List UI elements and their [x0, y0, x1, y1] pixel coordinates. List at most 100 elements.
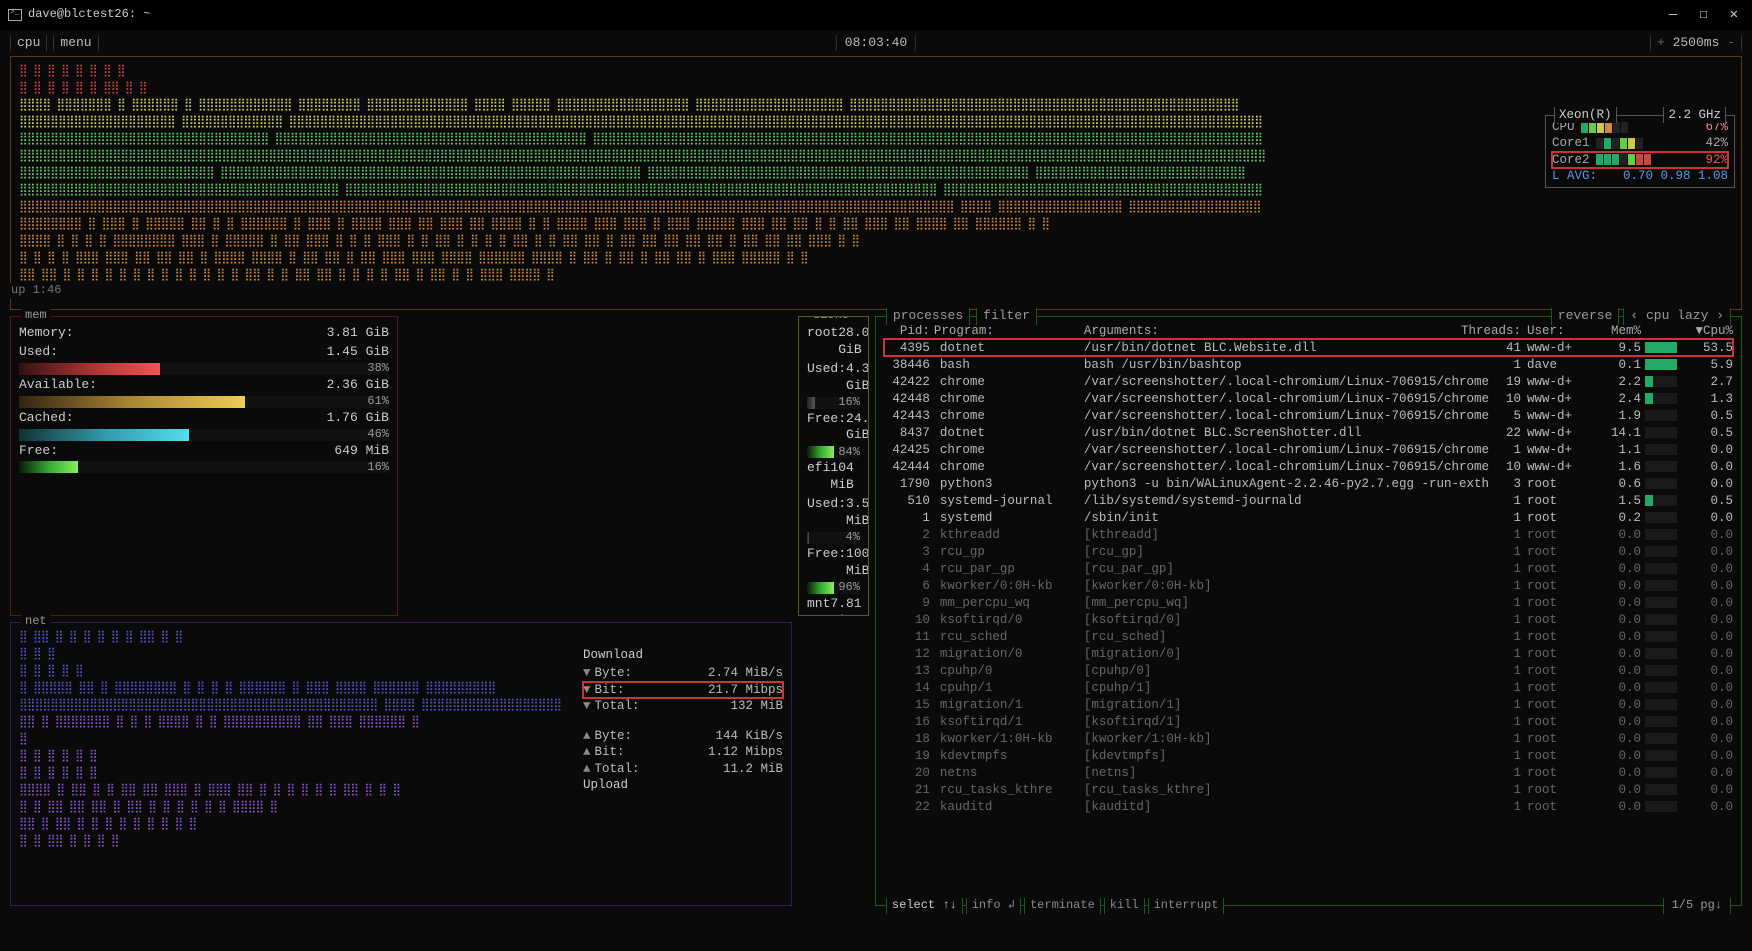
table-row[interactable]: 38446bashbash /usr/bin/bashtop1dave0.15.… — [884, 356, 1733, 373]
disk-title: disks — [809, 316, 853, 324]
proc-hdr-mem[interactable]: Mem% — [1595, 323, 1641, 339]
table-row[interactable]: 1systemd/sbin/init1root0.20.0 — [884, 509, 1733, 526]
disk-efi-free-val: 100 MiB — [846, 546, 869, 580]
minimize-button[interactable]: — — [1669, 6, 1677, 24]
table-row[interactable]: 8437dotnet/usr/bin/dotnet BLC.ScreenShot… — [884, 424, 1733, 441]
proc-hdr-pid[interactable]: Pid: — [884, 323, 934, 339]
table-row[interactable]: 2kthreadd[kthreadd]1root0.00.0 — [884, 526, 1733, 543]
terminal-icon — [8, 9, 22, 21]
proc-list: 4395dotnet/usr/bin/dotnet BLC.Website.dl… — [884, 339, 1733, 815]
proc-page[interactable]: 1/5 pg↓ — [1663, 898, 1731, 914]
table-row[interactable]: 42422chrome/var/screenshotter/.local-chr… — [884, 373, 1733, 390]
cpu-core2-label: Core2 — [1552, 152, 1590, 168]
table-row[interactable]: 4395dotnet/usr/bin/dotnet BLC.Website.dl… — [884, 339, 1733, 356]
mem-used-label: Used: — [19, 344, 58, 361]
maximize-button[interactable]: ☐ — [1699, 6, 1707, 24]
hint-interrupt: interrupt — [1148, 898, 1225, 914]
disk-mnt-val: 7.81 GiB — [830, 596, 861, 616]
net-ul-byte-label: Byte: — [595, 729, 633, 743]
table-row[interactable]: 4rcu_par_gp[rcu_par_gp]1root0.00.0 — [884, 560, 1733, 577]
mem-cached-pct: 46% — [363, 427, 389, 443]
table-row[interactable]: 22kauditd[kauditd]1root0.00.0 — [884, 798, 1733, 815]
disk-root-used-label: Used: — [807, 361, 846, 395]
disk-root-used-bar: 16% — [807, 397, 860, 409]
proc-sort-mode[interactable]: ‹ cpu lazy › — [1623, 308, 1731, 325]
table-row[interactable]: 42448chrome/var/screenshotter/.local-chr… — [884, 390, 1733, 407]
table-row[interactable]: 19kdevtmpfs[kdevtmpfs]1root0.00.0 — [884, 747, 1733, 764]
table-row[interactable]: 16ksoftirqd/1[ksoftirqd/1]1root0.00.0 — [884, 713, 1733, 730]
net-panel: net ⣿ ⣿⣿ ⣿ ⣿ ⣿ ⣿ ⣿ ⣿ ⣿⣿ ⣿ ⣿ ⣿ ⣿ ⣿ ⣿ ⣿ — [10, 622, 792, 906]
cpu-core1-pct: 42% — [1705, 135, 1728, 151]
table-row[interactable]: 18kworker/1:0H-kb[kworker/1:0H-kb]1root0… — [884, 730, 1733, 747]
net-ul-byte-val: 144 KiB/s — [715, 728, 783, 744]
table-row[interactable]: 42443chrome/var/screenshotter/.local-chr… — [884, 407, 1733, 424]
table-row[interactable]: 13cpuhp/0[cpuhp/0]1root0.00.0 — [884, 662, 1733, 679]
down-arrow-icon: ▼ — [583, 666, 591, 680]
mem-free-pct: 16% — [363, 460, 389, 476]
down-arrow-icon: ▼ — [583, 699, 591, 713]
close-button[interactable]: ✕ — [1730, 6, 1738, 24]
proc-hdr-user[interactable]: User: — [1521, 323, 1595, 339]
table-row[interactable]: 510systemd-journal/lib/systemd/systemd-j… — [884, 492, 1733, 509]
proc-hdr-cpu[interactable]: ▼Cpu% — [1687, 323, 1733, 339]
table-row[interactable]: 15migration/1[migration/1]1root0.00.0 — [884, 696, 1733, 713]
proc-hdr-thr[interactable]: Threads: — [1449, 323, 1521, 339]
tab-menu[interactable]: menu — [53, 35, 98, 52]
proc-header: Pid: Program: Arguments: Threads: User: … — [884, 323, 1733, 339]
proc-hints: select ↑↓ info ↲ terminate kill interrup… — [886, 898, 1224, 914]
disk-root-used-pct: 16% — [834, 395, 860, 411]
table-row[interactable]: 9mm_percpu_wq[mm_percpu_wq]1root0.00.0 — [884, 594, 1733, 611]
mem-cached-val: 1.76 GiB — [327, 410, 389, 427]
up-arrow-icon: ▲ — [583, 745, 591, 759]
hint-terminate: terminate — [1024, 898, 1101, 914]
net-graph: ⣿ ⣿⣿ ⣿ ⣿ ⣿ ⣿ ⣿ ⣿ ⣿⣿ ⣿ ⣿ ⣿ ⣿ ⣿ ⣿ ⣿ ⣿ ⣿ — [19, 629, 575, 850]
disk-efi-label: efi — [807, 460, 830, 494]
net-stats: Download ▼Byte:2.74 MiB/s ▼Bit:21.7 Mibp… — [583, 629, 783, 850]
net-ul-total-val: 11.2 MiB — [723, 761, 783, 777]
cpu-freq: 2.2 GHz — [1663, 107, 1726, 123]
mem-avail-val: 2.36 GiB — [327, 377, 389, 394]
cpu-model: Xeon(R) — [1554, 107, 1617, 123]
tab-cpu[interactable]: cpu — [10, 35, 47, 52]
table-row[interactable]: 6kworker/0:0H-kb[kworker/0:0H-kb]1root0.… — [884, 577, 1733, 594]
mem-avail-label: Available: — [19, 377, 97, 394]
table-row[interactable]: 21rcu_tasks_kthre[rcu_tasks_kthre]1root0… — [884, 781, 1733, 798]
disk-root-used-val: 4.36 GiB — [846, 361, 869, 395]
hint-select: select ↑↓ — [886, 898, 963, 914]
disk-root-free-val: 24.2 GiB — [846, 411, 869, 445]
lavg-values: 0.70 0.98 1.08 — [1623, 168, 1728, 184]
cpu-core1-label: Core1 — [1552, 135, 1590, 151]
proc-reverse[interactable]: reverse — [1551, 308, 1620, 325]
proc-title: processes — [886, 308, 970, 325]
table-row[interactable]: 42425chrome/var/screenshotter/.local-chr… — [884, 441, 1733, 458]
mem-avail-bar: 61% — [19, 396, 389, 408]
table-row[interactable]: 11rcu_sched[rcu_sched]1root0.00.0 — [884, 628, 1733, 645]
mem-used-val: 1.45 GiB — [327, 344, 389, 361]
net-ul-bit-label: Bit: — [595, 745, 625, 759]
table-row[interactable]: 14cpuhp/1[cpuhp/1]1root0.00.0 — [884, 679, 1733, 696]
mem-free-bar: 16% — [19, 461, 389, 473]
table-row[interactable]: 42444chrome/var/screenshotter/.local-chr… — [884, 458, 1733, 475]
table-row[interactable]: 20netns[netns]1root0.00.0 — [884, 764, 1733, 781]
disk-efi-used-pct: 4% — [842, 530, 860, 546]
table-row[interactable]: 1790python3python3 -u bin/WALinuxAgent-2… — [884, 475, 1733, 492]
mem-memory-val: 3.81 GiB — [327, 325, 389, 342]
table-row[interactable]: 3rcu_gp[rcu_gp]1root0.00.0 — [884, 543, 1733, 560]
proc-hdr-prog[interactable]: Program: — [934, 323, 1084, 339]
table-row[interactable]: 10ksoftirqd/0[ksoftirqd/0]1root0.00.0 — [884, 611, 1733, 628]
proc-hdr-args[interactable]: Arguments: — [1084, 323, 1449, 339]
update-interval[interactable]: 2500ms — [1650, 35, 1742, 52]
mem-free-label: Free: — [19, 443, 58, 460]
mem-used-bar: 38% — [19, 363, 389, 375]
cpu-core1-bar — [1596, 137, 1700, 149]
disk-efi-free-pct: 96% — [834, 580, 860, 596]
net-ul-bit-val: 1.12 Mibps — [708, 744, 783, 760]
net-dl-byte-label: Byte: — [595, 666, 633, 680]
cpu-stats-box: Xeon(R) 2.2 GHz CPU 67% Core1 42% Core2 … — [1545, 115, 1735, 188]
disk-root-val: 28.0 GiB — [838, 325, 869, 359]
disk-efi-used-bar: 4% — [807, 532, 860, 544]
proc-filter[interactable]: filter — [976, 308, 1037, 325]
uptime: up 1:46 — [7, 283, 65, 299]
table-row[interactable]: 12migration/0[migration/0]1root0.00.0 — [884, 645, 1733, 662]
net-dl-total-label: Total: — [595, 699, 640, 713]
